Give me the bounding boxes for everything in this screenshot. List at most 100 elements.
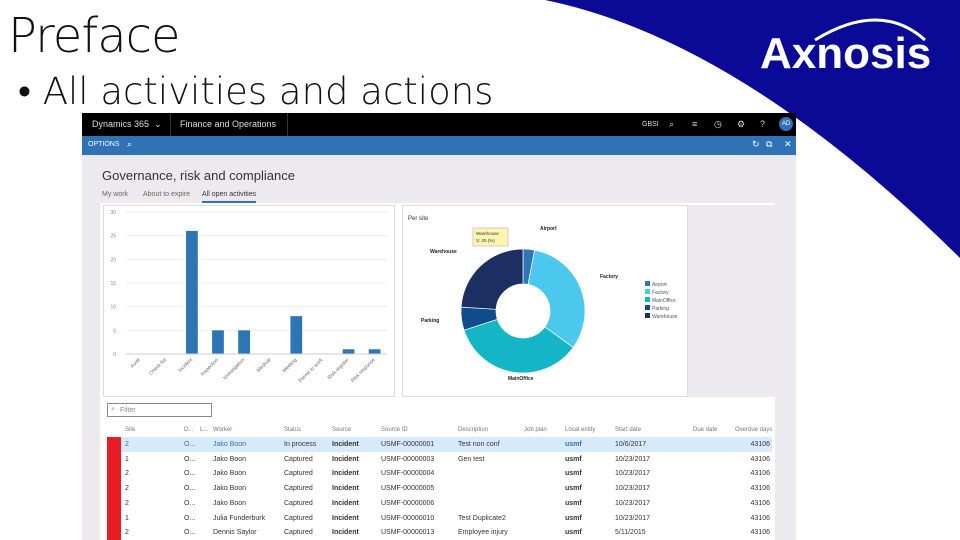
column-header-entity[interactable]: Local entity (565, 427, 595, 433)
cell-source_id[interactable]: USMF-00000001 (381, 441, 434, 448)
filter-input[interactable]: ⌕ Filter (107, 403, 212, 417)
cell-status: Captured (284, 485, 313, 493)
cell-worker: Jako Boon (213, 470, 247, 478)
page-title: Governance, risk and compliance (102, 168, 295, 183)
table-row[interactable] (107, 481, 772, 496)
pie-chart-panel: Per site Airport Airport Factory Factory Main… (402, 205, 688, 397)
cell-source_id[interactable]: USMF-00000013 (381, 529, 434, 536)
priority-stripe (107, 451, 121, 467)
cell-source: Incident (332, 514, 359, 522)
cell-d: O... (184, 470, 196, 478)
avatar[interactable]: AD (779, 117, 793, 131)
help-icon[interactable]: ? (760, 119, 765, 129)
cell-overdue: 43106 (750, 470, 770, 478)
table-row[interactable] (107, 511, 772, 526)
x-tick-label: Audit (129, 357, 142, 370)
legend-swatch (645, 289, 650, 294)
column-header-l[interactable]: L... (200, 427, 208, 433)
column-header-worker[interactable]: Worker (213, 427, 232, 433)
cell-source_id[interactable]: USMF-00000010 (381, 515, 434, 522)
tab-about-to-expire[interactable]: About to expire (143, 191, 190, 198)
cell-site: 2 (125, 499, 129, 507)
cell-source: Incident (332, 529, 359, 537)
company-picker[interactable]: GBSI (642, 121, 659, 128)
bar-risk-response[interactable] (368, 349, 381, 354)
priority-stripe (107, 510, 121, 526)
cell-status: Captured (284, 499, 313, 507)
y-tick-label: 0 (113, 352, 116, 358)
legend-swatch (645, 297, 650, 302)
x-tick-label: Medical (256, 357, 272, 373)
cell-site: 2 (125, 529, 129, 537)
cell-worker: Jako Boon (213, 441, 247, 448)
cell-source_id[interactable]: USMF-00000005 (381, 485, 434, 492)
refresh-icon[interactable]: ↻ (752, 139, 760, 150)
cell-site: 1 (125, 514, 129, 522)
cell-worker: Jako Boon (213, 499, 247, 507)
clock-icon[interactable]: ◷ (714, 119, 722, 130)
column-header-site[interactable]: Site (125, 427, 135, 433)
cell-overdue: 43106 (750, 499, 770, 507)
search-icon[interactable]: ⌕ (127, 139, 132, 150)
tooltip-value: S: 25 (%) (476, 238, 495, 243)
cell-source_id[interactable]: USMF-00000003 (381, 456, 434, 463)
column-header-job_plan[interactable]: Job plan (524, 427, 547, 433)
module-name[interactable]: Finance and Operations (180, 119, 276, 129)
cell-source_id[interactable]: USMF-00000006 (381, 500, 434, 507)
table-row[interactable] (107, 437, 772, 452)
bar-risk-register[interactable] (342, 349, 355, 354)
cell-worker: Jako Boon (213, 485, 247, 493)
cell-overdue: 43106 (750, 529, 770, 537)
column-header-start[interactable]: Start date (615, 427, 641, 433)
search-icon: ⌕ (111, 406, 115, 413)
bar-inspection[interactable] (212, 330, 224, 354)
table-row[interactable] (107, 452, 772, 467)
filter-placeholder: Filter (120, 407, 136, 414)
table-row[interactable] (107, 525, 772, 540)
table-row[interactable] (107, 496, 772, 511)
bar-incident[interactable] (186, 230, 198, 354)
y-tick-label: 25 (110, 234, 116, 240)
x-tick-label: Inspection (200, 357, 221, 378)
y-tick-label: 30 (110, 210, 116, 216)
column-header-source_id[interactable]: Source ID (381, 427, 408, 433)
cell-start: 10/23/2017 (615, 485, 651, 493)
tab-my-work[interactable]: My work (102, 191, 128, 198)
options-button[interactable]: OPTIONS (88, 141, 120, 148)
gear-icon[interactable]: ⚙ (737, 119, 745, 130)
cell-start: 10/23/2017 (615, 499, 651, 507)
slice-warehouse[interactable] (460, 248, 524, 310)
search-icon[interactable]: ⌕ (669, 119, 674, 130)
open-new-window-icon[interactable]: ⧉ (766, 139, 772, 150)
legend-label: MainOffice (652, 298, 676, 304)
cell-start: 10/23/2017 (615, 470, 651, 478)
cell-source_id[interactable]: USMF-00000004 (381, 470, 434, 477)
slice-factory[interactable] (527, 249, 586, 348)
column-header-status[interactable]: Status (284, 427, 301, 433)
bar-investigation[interactable] (238, 330, 250, 354)
column-header-d[interactable]: D... (184, 427, 193, 433)
column-header-due[interactable]: Due date (693, 427, 717, 433)
cell-d: O... (184, 514, 196, 522)
cell-source: Incident (332, 441, 359, 448)
cell-d: O... (184, 499, 196, 507)
chevron-down-icon[interactable]: ⌄ (154, 119, 162, 130)
legend-swatch (645, 281, 650, 286)
bar-meeting[interactable] (290, 316, 303, 354)
priority-stripe (107, 525, 121, 540)
cell-source: Incident (332, 455, 359, 463)
table-row[interactable] (107, 466, 772, 481)
product-menu[interactable]: Dynamics 365 (92, 119, 149, 129)
cell-site: 1 (125, 455, 129, 463)
column-header-overdue[interactable]: Overdue days (735, 427, 772, 433)
slice-label: Parking (421, 318, 439, 324)
tab-all-open-activities[interactable]: All open activities (202, 191, 257, 203)
column-header-source[interactable]: Source (332, 427, 351, 433)
close-icon[interactable]: ✕ (784, 139, 792, 150)
slide-bullet: • All activities and actions (18, 70, 494, 113)
cell-source: Incident (332, 485, 359, 493)
x-tick-label: Risk register (327, 357, 351, 381)
column-header-description[interactable]: Description (458, 427, 488, 433)
cell-status: Captured (284, 470, 313, 478)
messages-icon[interactable]: ≡ (692, 119, 697, 129)
